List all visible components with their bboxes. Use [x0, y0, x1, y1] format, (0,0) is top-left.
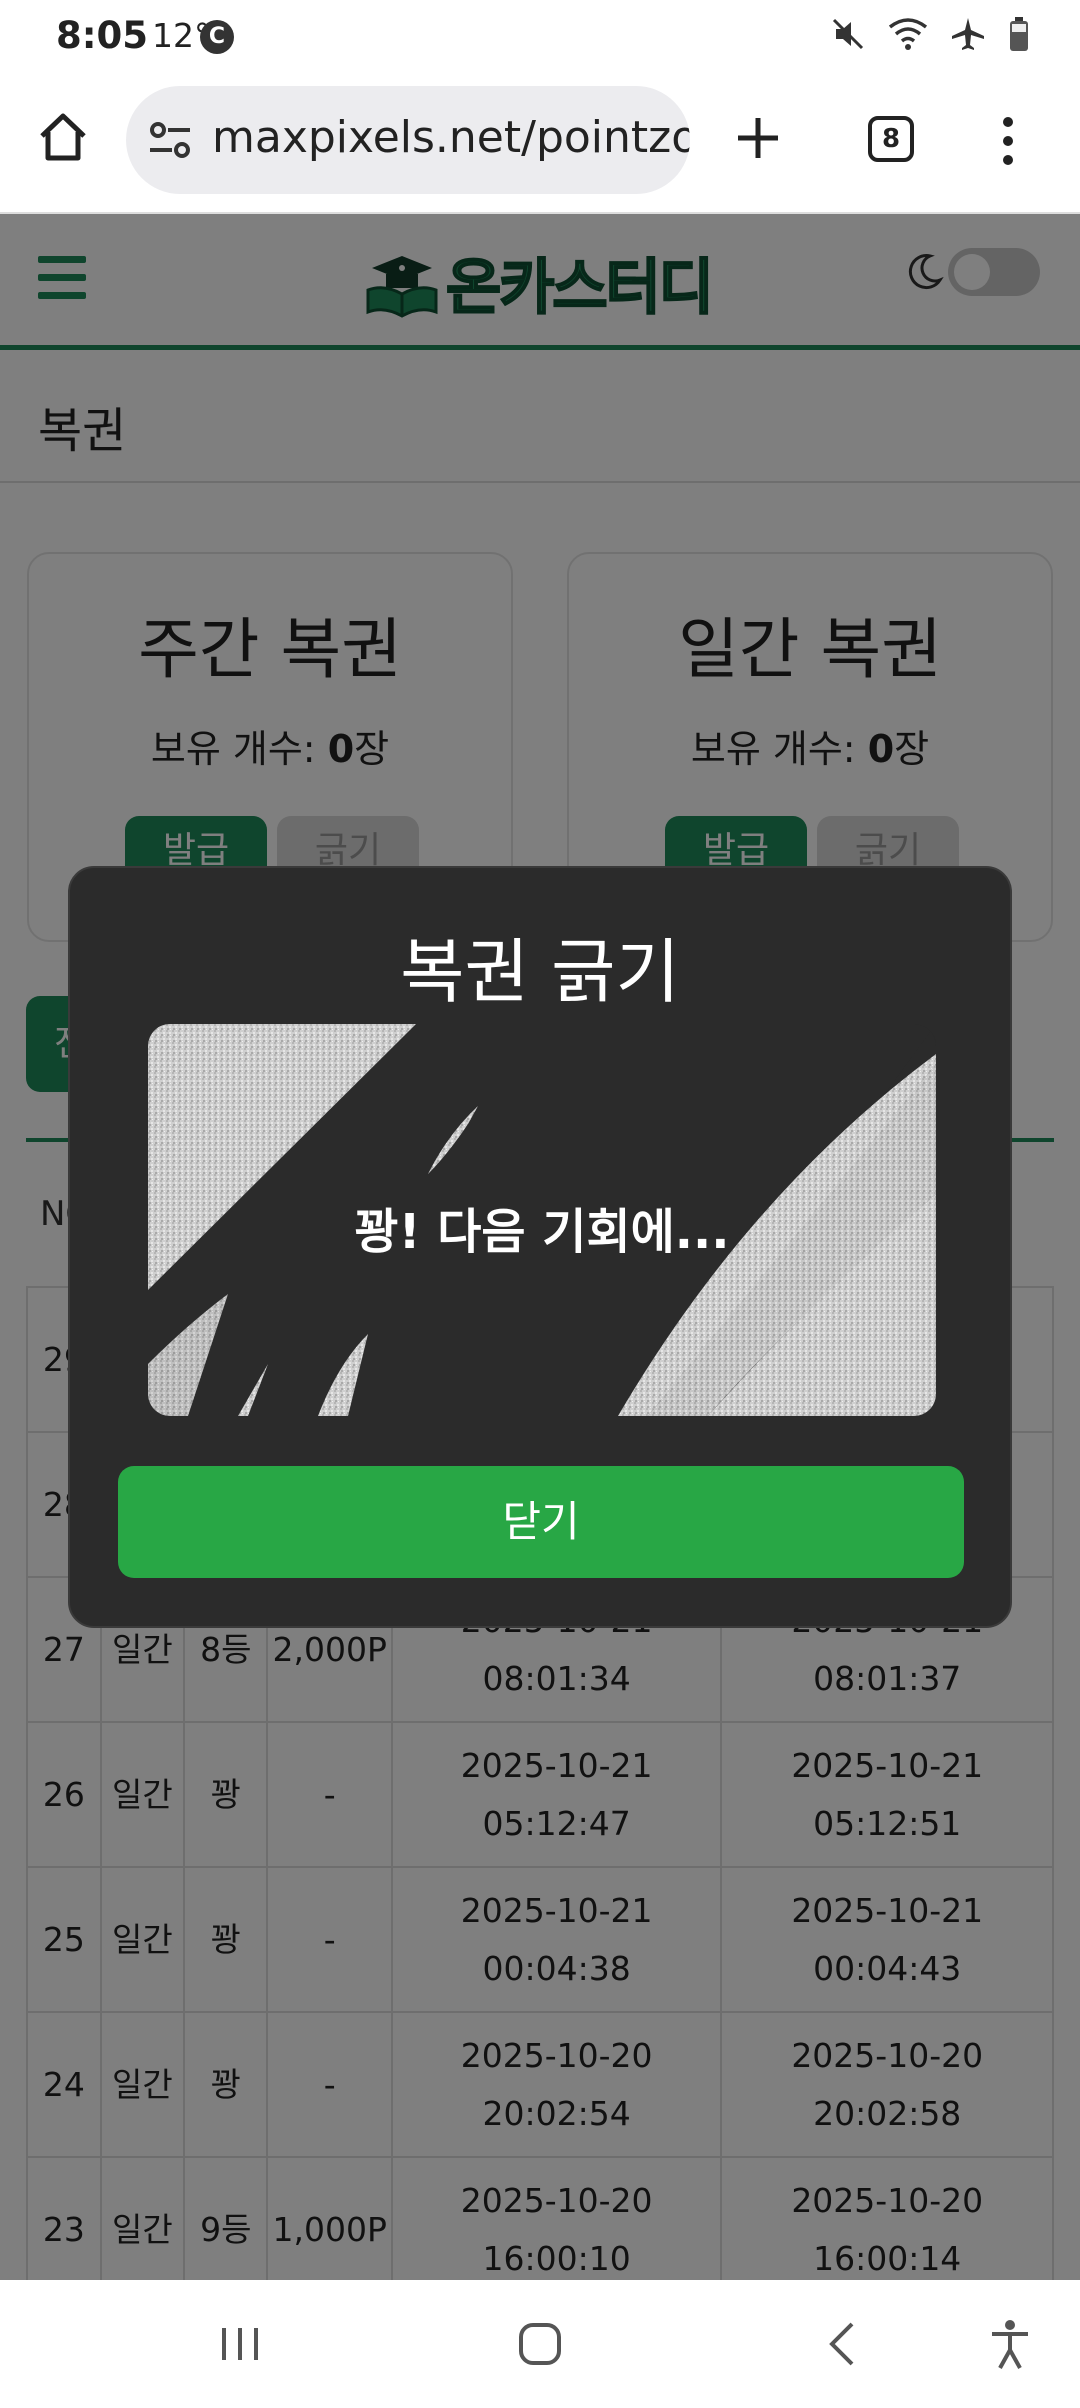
wifi-icon: [888, 17, 928, 55]
mute-icon: [830, 16, 866, 56]
scratch-card[interactable]: 꽝! 다음 기회에...: [148, 1024, 936, 1416]
home-button-icon[interactable]: [510, 2316, 570, 2372]
more-menu-icon[interactable]: [1000, 116, 1016, 166]
recent-apps-icon[interactable]: [210, 2316, 270, 2372]
battery-icon: [1008, 16, 1030, 56]
home-icon[interactable]: [36, 110, 90, 164]
close-button[interactable]: 닫기: [118, 1466, 964, 1578]
browser-toolbar: maxpixels.net/pointzo 8: [0, 72, 1080, 214]
status-time: 8:05: [56, 14, 149, 57]
tab-count-button[interactable]: 8: [868, 116, 914, 162]
url-text: maxpixels.net/pointzo: [212, 112, 690, 163]
new-tab-icon[interactable]: [732, 112, 784, 164]
modal-title: 복권 긁기: [400, 931, 680, 1013]
airplane-icon: [950, 16, 986, 56]
back-icon[interactable]: [814, 2316, 874, 2372]
app-notification-icon: C: [200, 20, 234, 54]
system-navigation-bar: [0, 2280, 1080, 2408]
status-bar: 8:05 12° C: [0, 0, 1080, 72]
address-bar[interactable]: maxpixels.net/pointzo: [126, 86, 690, 194]
site-settings-icon[interactable]: [148, 120, 192, 160]
scratch-result-text: 꽝! 다음 기회에...: [354, 1204, 730, 1260]
accessibility-icon[interactable]: [980, 2316, 1040, 2372]
scratch-modal: 복권 긁기 꽝! 다음 기회에... 닫기: [68, 866, 1012, 1628]
